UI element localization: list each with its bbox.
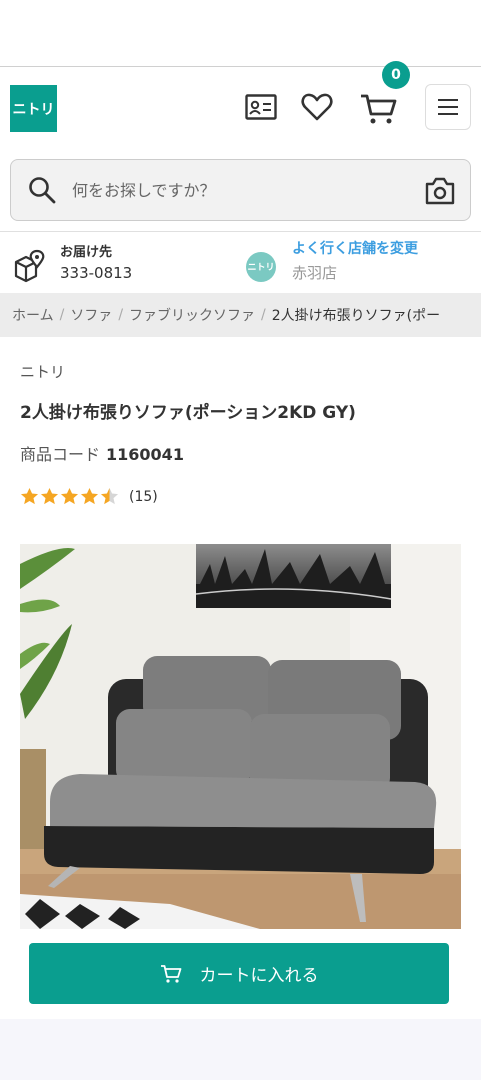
- product-title: 2人掛け布張りソファ(ポーション2KD GY): [20, 403, 356, 423]
- product-info: ニトリ 2人掛け布張りソファ(ポーション2KD GY) 商品コード 1160041…: [0, 361, 481, 506]
- search-icon[interactable]: [28, 176, 56, 204]
- sticky-cart-bar: カートに入れる: [0, 929, 481, 1019]
- product-code-label: 商品コード: [20, 445, 101, 464]
- product-code-value: 1160041: [106, 445, 184, 464]
- search-bar: [10, 159, 471, 221]
- site-header: ニトリ 0: [0, 61, 481, 151]
- menu-button[interactable]: [425, 84, 471, 130]
- breadcrumb-current: 2人掛け布張りソファ(ポー: [271, 308, 441, 324]
- rating-stars: [20, 487, 120, 506]
- breadcrumb-separator: /: [118, 307, 124, 323]
- breadcrumb-separator: /: [261, 307, 266, 323]
- product-image[interactable]: [20, 544, 461, 929]
- delivery-store-bar: お届け先 333-0813 ニトリ よく行く店舗を変更 赤羽店: [0, 231, 481, 293]
- breadcrumb: ホーム / ソファ / ファブリックソファ / 2人掛け布張りソファ(ポー: [0, 293, 481, 337]
- nitori-logo[interactable]: ニトリ: [10, 85, 57, 132]
- breadcrumb-home[interactable]: ホーム: [12, 305, 54, 325]
- star-icon: [20, 487, 39, 505]
- delivery-label: お届け先: [60, 244, 113, 260]
- store-selector[interactable]: ニトリ よく行く店舗を変更 赤羽店: [246, 238, 418, 283]
- favorites-heart-icon[interactable]: [299, 89, 335, 125]
- star-icon: [40, 487, 59, 505]
- status-bar: [0, 0, 481, 67]
- star-icon: [60, 487, 79, 505]
- cart-icon[interactable]: [359, 91, 399, 127]
- delivery-address[interactable]: お届け先 333-0813: [12, 238, 132, 284]
- change-store-link[interactable]: よく行く店舗を変更: [292, 238, 418, 258]
- delivery-box-pin-icon: [14, 249, 45, 283]
- product-brand[interactable]: ニトリ: [20, 361, 461, 382]
- cart-icon: [160, 964, 181, 983]
- breadcrumb-fabric-sofa[interactable]: ファブリックソファ: [129, 305, 255, 325]
- star-icon: [100, 487, 119, 505]
- bottom-area: [0, 1019, 481, 1080]
- camera-search-icon[interactable]: [424, 176, 456, 206]
- delivery-postcode: 333-0813: [60, 263, 133, 282]
- breadcrumb-sofa[interactable]: ソファ: [70, 305, 112, 325]
- add-to-cart-label: カートに入れる: [199, 966, 319, 986]
- review-count[interactable]: (15): [129, 489, 158, 505]
- product-code: 商品コード 1160041: [20, 441, 461, 465]
- hamburger-icon: [438, 99, 458, 115]
- cart-count-badge: 0: [382, 61, 410, 89]
- store-logo: ニトリ: [246, 251, 276, 282]
- search-input[interactable]: [72, 180, 392, 200]
- breadcrumb-separator: /: [59, 307, 65, 323]
- star-icon: [80, 487, 99, 505]
- product-rating[interactable]: (15): [20, 487, 461, 506]
- member-card-icon[interactable]: [243, 89, 279, 125]
- add-to-cart-button[interactable]: カートに入れる: [29, 943, 449, 1004]
- store-name: 赤羽店: [292, 264, 338, 282]
